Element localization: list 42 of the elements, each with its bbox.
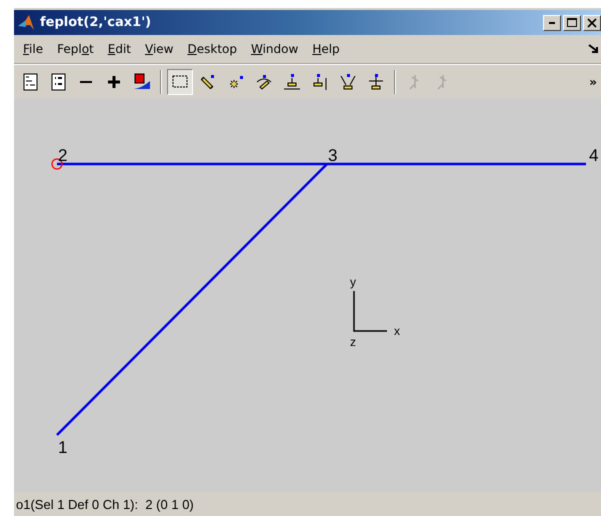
maximize-icon (567, 18, 577, 27)
maximize-button[interactable] (563, 14, 581, 30)
node-label: 4 (589, 146, 598, 165)
menu-item[interactable]: Edit (100, 42, 138, 56)
color-scale-icon (133, 73, 151, 90)
zoom-icon (340, 73, 356, 90)
toolbar-button[interactable] (167, 68, 193, 94)
toolbar-overflow-button[interactable]: » (585, 74, 601, 88)
menu-item[interactable]: Help (305, 42, 347, 56)
pointer-icon (201, 74, 215, 89)
plot-canvas[interactable]: 2 3 4 1 x y z (14, 98, 601, 492)
menu-item[interactable]: Desktop (180, 42, 244, 56)
list-icon (50, 72, 66, 90)
menu-item[interactable]: Feplot (50, 42, 101, 56)
axis-icon (437, 74, 447, 90)
axis-triad (353, 291, 387, 332)
pan-vertical-icon (313, 72, 327, 90)
minus-icon (79, 80, 93, 82)
plus-icon (107, 74, 121, 88)
spin-icon (368, 73, 384, 90)
node-label: 3 (328, 146, 338, 165)
window-title: feplot(2,'cax1') (40, 15, 152, 30)
menu-item[interactable]: File (16, 42, 50, 56)
axis-icon (409, 74, 419, 90)
rotate-icon (256, 74, 272, 90)
document-icon (22, 72, 38, 90)
node-label: 2 (58, 146, 68, 165)
axis-label: z (350, 335, 356, 349)
minimize-icon (549, 22, 555, 24)
selection-rectangle-icon (172, 75, 188, 88)
status-text: o1(Sel 1 Def 0 Ch 1): 2 (0 1 0) (16, 496, 194, 512)
dock-arrow-icon[interactable] (587, 43, 601, 55)
menu-item[interactable]: View (138, 42, 180, 56)
axis-label: y (350, 275, 356, 289)
minimize-button[interactable] (543, 14, 561, 30)
close-icon (587, 18, 597, 28)
menu-item[interactable]: Window (244, 42, 306, 56)
star-pointer-icon (228, 74, 244, 88)
node-label: 1 (58, 438, 68, 457)
axis-label: x (394, 324, 400, 338)
pan-horizontal-icon (283, 73, 301, 90)
close-button[interactable] (583, 14, 601, 30)
